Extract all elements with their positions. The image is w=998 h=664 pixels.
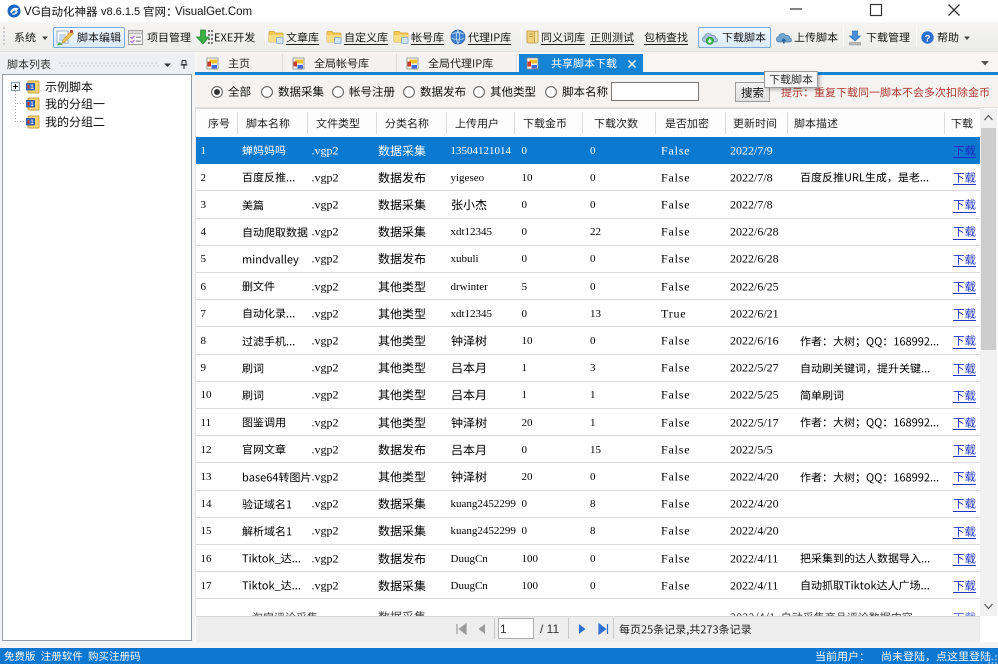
svg-text:?: ? <box>925 34 931 45</box>
